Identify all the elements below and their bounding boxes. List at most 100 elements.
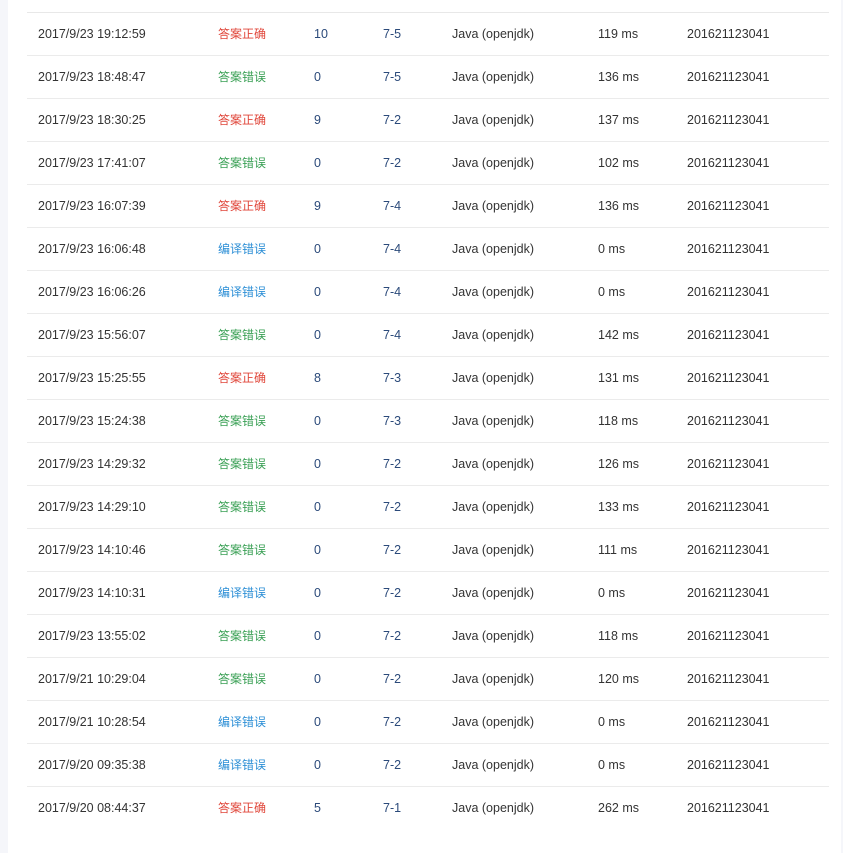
submission-score: 0 — [314, 500, 321, 514]
submission-language: Java (openjdk) — [452, 543, 534, 557]
submission-score: 0 — [314, 328, 321, 342]
submission-row: 2017/9/23 14:10:46 答案错误 0 7-2 Java (openjdk)… — [27, 529, 829, 572]
submission-problem-link[interactable]: 7-1 — [383, 787, 401, 829]
submission-score: 10 — [314, 27, 328, 41]
submission-status-link[interactable]: 答案错误 — [218, 615, 266, 657]
submission-user: 201621123041 — [687, 801, 770, 815]
submission-row: 2017/9/23 18:48:47 答案错误 0 7-5 Java (openjdk)… — [27, 56, 829, 99]
submission-time: 2017/9/23 14:10:31 — [38, 586, 146, 600]
submission-status-link[interactable]: 编译错误 — [218, 701, 266, 743]
submission-problem-link[interactable]: 7-2 — [383, 443, 401, 485]
submission-time-used: 120 ms — [598, 672, 639, 686]
submission-status-link[interactable]: 答案错误 — [218, 529, 266, 571]
submission-user: 201621123041 — [687, 457, 770, 471]
submission-status-link[interactable]: 答案错误 — [218, 142, 266, 184]
submission-score: 0 — [314, 629, 321, 643]
submission-user: 201621123041 — [687, 543, 770, 557]
submission-score: 5 — [314, 801, 321, 815]
submission-language: Java (openjdk) — [452, 113, 534, 127]
submission-status-link[interactable]: 答案正确 — [218, 99, 266, 141]
submission-row: 2017/9/23 15:56:07 答案错误 0 7-4 Java (openjdk)… — [27, 314, 829, 357]
submission-problem-link[interactable]: 7-4 — [383, 185, 401, 227]
submission-language: Java (openjdk) — [452, 156, 534, 170]
submission-user: 201621123041 — [687, 27, 770, 41]
submission-language: Java (openjdk) — [452, 457, 534, 471]
submission-problem-link[interactable]: 7-4 — [383, 314, 401, 356]
submission-problem-link[interactable]: 7-2 — [383, 615, 401, 657]
submission-problem-link[interactable]: 7-3 — [383, 357, 401, 399]
submission-problem-link[interactable]: 7-4 — [383, 271, 401, 313]
submission-status-link[interactable]: 答案错误 — [218, 486, 266, 528]
submission-problem-link[interactable]: 7-2 — [383, 572, 401, 614]
submission-status-link[interactable]: 答案正确 — [218, 357, 266, 399]
submission-problem-link[interactable]: 7-2 — [383, 486, 401, 528]
submission-time: 2017/9/21 10:28:54 — [38, 715, 146, 729]
submission-time-used: 136 ms — [598, 70, 639, 84]
submission-problem-link[interactable]: 7-5 — [383, 13, 401, 55]
submission-problem-link[interactable]: 7-2 — [383, 99, 401, 141]
submission-language: Java (openjdk) — [452, 629, 534, 643]
submission-score: 0 — [314, 457, 321, 471]
submission-score: 0 — [314, 758, 321, 772]
submission-row: 2017/9/23 18:30:25 答案正确 9 7-2 Java (openjdk)… — [27, 99, 829, 142]
submission-time: 2017/9/23 14:29:10 — [38, 500, 146, 514]
submission-language: Java (openjdk) — [452, 199, 534, 213]
submission-time-used: 126 ms — [598, 457, 639, 471]
submission-language: Java (openjdk) — [452, 586, 534, 600]
submission-language: Java (openjdk) — [452, 328, 534, 342]
submission-status-link[interactable]: 答案错误 — [218, 443, 266, 485]
submission-problem-link[interactable]: 7-2 — [383, 744, 401, 786]
submission-status-link[interactable]: 编译错误 — [218, 271, 266, 313]
submission-time-used: 0 ms — [598, 758, 626, 772]
submission-time: 2017/9/20 08:44:37 — [38, 801, 146, 815]
submission-status-link[interactable]: 答案错误 — [218, 314, 266, 356]
submission-time: 2017/9/23 15:25:55 — [38, 371, 146, 385]
submission-time: 2017/9/23 17:41:07 — [38, 156, 146, 170]
submission-time-used: 137 ms — [598, 113, 639, 127]
submission-status-link[interactable]: 答案正确 — [218, 13, 266, 55]
submission-status-link[interactable]: 答案错误 — [218, 658, 266, 700]
submission-score: 0 — [314, 672, 321, 686]
submission-problem-link[interactable]: 7-4 — [383, 228, 401, 270]
submission-status-link[interactable]: 编译错误 — [218, 228, 266, 270]
submission-problem-link[interactable]: 7-2 — [383, 701, 401, 743]
submission-row: 2017/9/23 14:29:10 答案错误 0 7-2 Java (openjdk)… — [27, 486, 829, 529]
submission-language: Java (openjdk) — [452, 715, 534, 729]
submission-time-used: 0 ms — [598, 242, 626, 256]
submission-user: 201621123041 — [687, 500, 770, 514]
submission-user: 201621123041 — [687, 199, 770, 213]
submission-score: 0 — [314, 285, 321, 299]
submission-user: 201621123041 — [687, 414, 770, 428]
submission-status-link[interactable]: 编译错误 — [218, 744, 266, 786]
submission-language: Java (openjdk) — [452, 500, 534, 514]
submission-user: 201621123041 — [687, 586, 770, 600]
submission-status-link[interactable]: 答案正确 — [218, 787, 266, 829]
submission-score: 0 — [314, 543, 321, 557]
submission-status-link[interactable]: 答案正确 — [218, 185, 266, 227]
submission-status-link[interactable]: 答案错误 — [218, 56, 266, 98]
submission-row: 2017/9/20 09:35:38 编译错误 0 7-2 Java (openjdk)… — [27, 744, 829, 787]
submission-time: 2017/9/23 14:10:46 — [38, 543, 146, 557]
submission-problem-link[interactable]: 7-2 — [383, 529, 401, 571]
submission-status-link[interactable]: 编译错误 — [218, 572, 266, 614]
submission-language: Java (openjdk) — [452, 285, 534, 299]
submission-user: 201621123041 — [687, 371, 770, 385]
submission-row: 2017/9/23 14:10:31 编译错误 0 7-2 Java (openjdk)… — [27, 572, 829, 615]
submission-problem-link[interactable]: 7-2 — [383, 142, 401, 184]
submission-problem-link[interactable]: 7-2 — [383, 658, 401, 700]
submission-row: 2017/9/21 10:29:04 答案错误 0 7-2 Java (openjdk)… — [27, 658, 829, 701]
submission-problem-link[interactable]: 7-5 — [383, 56, 401, 98]
submission-user: 201621123041 — [687, 328, 770, 342]
submission-user: 201621123041 — [687, 672, 770, 686]
submission-problem-link[interactable]: 7-3 — [383, 400, 401, 442]
submission-time: 2017/9/23 16:06:26 — [38, 285, 146, 299]
submission-time: 2017/9/21 10:29:04 — [38, 672, 146, 686]
submission-time: 2017/9/23 13:55:02 — [38, 629, 146, 643]
submission-score: 0 — [314, 70, 321, 84]
submission-user: 201621123041 — [687, 629, 770, 643]
submission-time: 2017/9/23 18:30:25 — [38, 113, 146, 127]
submission-row: 2017/9/23 16:07:39 答案正确 9 7-4 Java (openjdk)… — [27, 185, 829, 228]
submission-time-used: 102 ms — [598, 156, 639, 170]
submission-score: 0 — [314, 715, 321, 729]
submission-status-link[interactable]: 答案错误 — [218, 400, 266, 442]
